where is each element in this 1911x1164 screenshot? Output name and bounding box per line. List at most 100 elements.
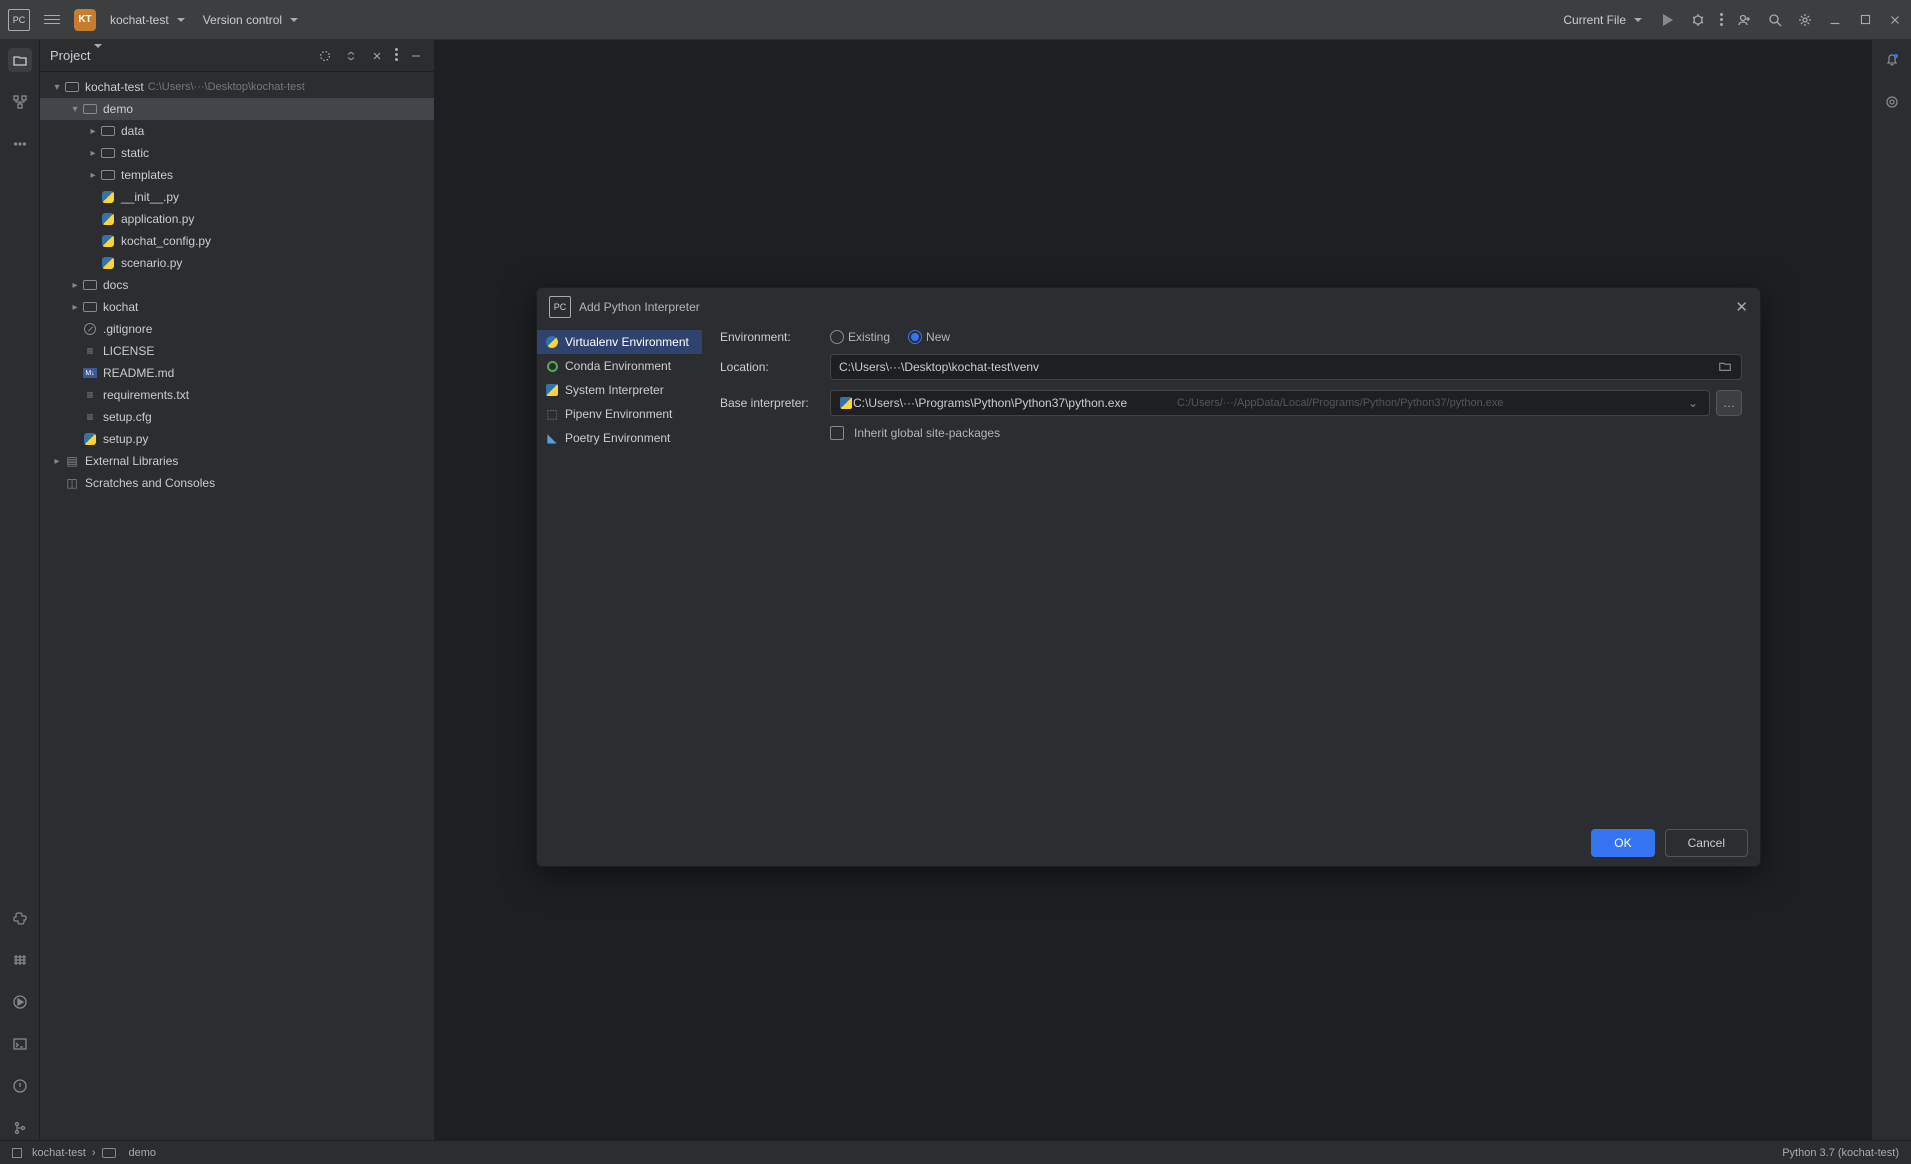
settings-icon[interactable] <box>1797 12 1813 28</box>
more-tools-icon[interactable] <box>8 132 32 156</box>
vcs-selector[interactable]: Version control <box>199 9 302 31</box>
location-input[interactable] <box>839 360 1717 374</box>
project-tree[interactable]: kochat-testC:\Users\···\Desktop\kochat-t… <box>40 72 434 498</box>
tree-label: kochat <box>103 300 138 314</box>
ai-assistant-icon[interactable] <box>1880 90 1904 114</box>
panel-options-icon[interactable] <box>395 48 398 64</box>
base-interpreter-input[interactable] <box>853 396 1173 410</box>
tree-file-setup-cfg[interactable]: setup.cfg <box>40 406 434 428</box>
interpreter-form: Environment: Existing New Location: Base… <box>702 326 1760 820</box>
collapse-all-icon[interactable] <box>369 48 385 64</box>
version-control-icon[interactable] <box>8 1116 32 1140</box>
tree-file-gitignore[interactable]: .gitignore <box>40 318 434 340</box>
nav-poetry[interactable]: Poetry Environment <box>537 426 702 450</box>
problems-icon[interactable] <box>8 1074 32 1098</box>
tree-file-requirements[interactable]: requirements.txt <box>40 384 434 406</box>
library-icon <box>64 454 80 468</box>
tree-label: kochat_config.py <box>121 234 211 248</box>
location-label: Location: <box>720 360 830 374</box>
tree-label: External Libraries <box>85 454 178 468</box>
close-icon[interactable] <box>1887 12 1903 28</box>
search-icon[interactable] <box>1767 12 1783 28</box>
breadcrumb-leaf: demo <box>128 1147 156 1159</box>
tree-label: LICENSE <box>103 344 154 358</box>
tree-scratches[interactable]: Scratches and Consoles <box>40 472 434 494</box>
base-interpreter-label: Base interpreter: <box>720 396 830 410</box>
cancel-button[interactable]: Cancel <box>1665 829 1748 857</box>
tree-file-setup-py[interactable]: setup.py <box>40 428 434 450</box>
tree-folder-data[interactable]: data <box>40 120 434 142</box>
project-badge: KT <box>74 9 96 31</box>
structure-tool-icon[interactable] <box>8 90 32 114</box>
chevron-down-icon[interactable]: ⌄ <box>1685 396 1701 410</box>
tree-folder-templates[interactable]: templates <box>40 164 434 186</box>
tree-root[interactable]: kochat-testC:\Users\···\Desktop\kochat-t… <box>40 76 434 98</box>
project-view-label: Project <box>50 48 90 63</box>
project-tool-icon[interactable] <box>8 48 32 72</box>
project-view-selector[interactable]: Project <box>50 48 102 63</box>
tree-label: requirements.txt <box>103 388 189 402</box>
minimize-icon[interactable] <box>1827 12 1843 28</box>
nav-pipenv[interactable]: Pipenv Environment <box>537 402 702 426</box>
dialog-title: Add Python Interpreter <box>579 300 700 314</box>
debug-icon[interactable] <box>1690 12 1706 28</box>
nav-label: Poetry Environment <box>565 431 670 445</box>
system-python-icon <box>546 384 558 396</box>
code-with-me-icon[interactable] <box>1737 12 1753 28</box>
run-config-label: Current File <box>1563 13 1626 27</box>
pipenv-icon <box>545 407 559 421</box>
tree-file-readme[interactable]: M↓README.md <box>40 362 434 384</box>
python-console-icon[interactable] <box>8 906 32 930</box>
tree-label: templates <box>121 168 173 182</box>
python-file-icon <box>102 191 114 203</box>
python-packages-icon[interactable] <box>8 948 32 972</box>
tree-file-kochat-config[interactable]: kochat_config.py <box>40 230 434 252</box>
maximize-icon[interactable] <box>1857 12 1873 28</box>
services-icon[interactable] <box>8 990 32 1014</box>
radio-new[interactable]: New <box>908 330 950 344</box>
nav-virtualenv[interactable]: Virtualenv Environment <box>537 330 702 354</box>
nav-system[interactable]: System Interpreter <box>537 378 702 402</box>
breadcrumb-root: kochat-test <box>32 1147 86 1159</box>
tree-external-libraries[interactable]: External Libraries <box>40 450 434 472</box>
project-panel-header: Project <box>40 40 434 72</box>
base-interpreter-hint: C:/Users/···/AppData/Local/Programs/Pyth… <box>1177 397 1504 409</box>
tree-folder-kochat[interactable]: kochat <box>40 296 434 318</box>
checkbox-label: Inherit global site-packages <box>854 426 1000 440</box>
breadcrumb[interactable]: kochat-test › demo <box>12 1146 156 1160</box>
tree-label: demo <box>103 102 133 116</box>
module-icon <box>12 1148 22 1158</box>
python-file-icon <box>102 235 114 247</box>
interpreter-status[interactable]: Python 3.7 (kochat-test) <box>1782 1147 1899 1159</box>
tree-folder-demo[interactable]: demo <box>40 98 434 120</box>
select-opened-file-icon[interactable] <box>317 48 333 64</box>
left-tool-strip <box>0 40 40 1140</box>
tree-label: docs <box>103 278 128 292</box>
inherit-packages-checkbox[interactable]: Inherit global site-packages <box>830 426 1000 440</box>
run-icon[interactable] <box>1660 12 1676 28</box>
ok-button[interactable]: OK <box>1591 829 1654 857</box>
expand-all-icon[interactable] <box>343 48 359 64</box>
tree-file-license[interactable]: LICENSE <box>40 340 434 362</box>
tree-label: static <box>121 146 149 160</box>
nav-conda[interactable]: Conda Environment <box>537 354 702 378</box>
environment-label: Environment: <box>720 330 830 344</box>
more-actions-icon[interactable] <box>1720 13 1723 26</box>
tree-folder-static[interactable]: static <box>40 142 434 164</box>
hide-panel-icon[interactable] <box>408 48 424 64</box>
browse-folder-icon[interactable] <box>1717 359 1733 376</box>
main-menu-icon[interactable] <box>40 11 64 28</box>
tree-file-init[interactable]: __init__.py <box>40 186 434 208</box>
browse-button[interactable]: … <box>1716 390 1742 416</box>
radio-existing[interactable]: Existing <box>830 330 890 344</box>
tree-file-application[interactable]: application.py <box>40 208 434 230</box>
dialog-titlebar: PC Add Python Interpreter ✕ <box>537 288 1760 326</box>
run-config-selector[interactable]: Current File <box>1559 9 1646 31</box>
base-interpreter-combo[interactable]: C:/Users/···/AppData/Local/Programs/Pyth… <box>830 390 1710 416</box>
dialog-close-icon[interactable]: ✕ <box>1735 298 1748 316</box>
terminal-icon[interactable] <box>8 1032 32 1056</box>
notifications-icon[interactable] <box>1880 48 1904 72</box>
tree-file-scenario[interactable]: scenario.py <box>40 252 434 274</box>
tree-folder-docs[interactable]: docs <box>40 274 434 296</box>
project-selector[interactable]: kochat-test <box>106 9 189 31</box>
